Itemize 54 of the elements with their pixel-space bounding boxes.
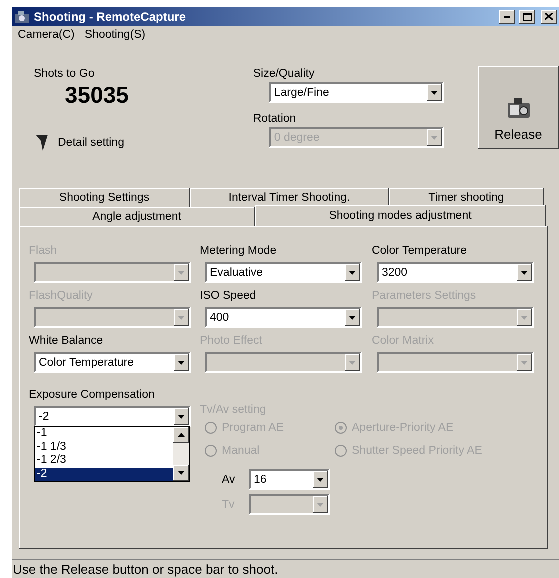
status-bar: Use the Release button or space bar to shoot. — [12, 559, 559, 578]
down-arrow-icon — [178, 316, 185, 320]
down-arrow-icon — [431, 136, 438, 140]
tab[interactable]: Interval Timer Shooting. — [190, 188, 389, 207]
up-arrow-icon — [178, 433, 184, 437]
dropdown[interactable]: -2 — [34, 406, 191, 427]
minimize-icon — [504, 16, 510, 18]
release-button[interactable]: Release — [478, 66, 559, 149]
maximize-icon — [522, 12, 532, 20]
tab[interactable]: Shooting Settings — [19, 188, 190, 207]
camera-icon — [506, 97, 531, 119]
field-label: Metering Mode — [200, 245, 278, 257]
down-arrow-icon — [521, 270, 528, 274]
dropdown[interactable]: 3200 — [377, 262, 534, 283]
down-arrow-icon — [178, 414, 185, 418]
rotation-label: Rotation — [253, 113, 298, 125]
down-arrow-icon — [317, 502, 324, 506]
down-arrow-icon — [349, 316, 356, 320]
down-arrow-icon — [349, 270, 356, 274]
down-arrow-icon — [317, 478, 324, 482]
menu-item[interactable]: Camera(C) — [18, 29, 75, 43]
close-button[interactable] — [541, 10, 557, 24]
down-arrow-icon — [178, 270, 185, 274]
menu-item[interactable]: Shooting(S) — [84, 29, 146, 43]
shots-label: Shots to Go — [34, 68, 96, 80]
size-quality-dropdown[interactable]: Large/Fine — [269, 82, 444, 103]
dropdown[interactable]: 400 — [205, 307, 362, 328]
dropdown[interactable]: Color Temperature — [34, 352, 191, 373]
tab[interactable]: Shooting modes adjustment — [255, 205, 546, 226]
av-label: Av — [222, 474, 236, 486]
field-label: Color Temperature — [372, 245, 468, 257]
down-arrow-icon — [178, 360, 185, 364]
minimize-button[interactable] — [499, 10, 515, 24]
tab[interactable]: Angle adjustment — [19, 207, 255, 226]
field-label: White Balance — [29, 335, 104, 347]
down-arrow-icon — [521, 360, 528, 364]
down-arrow-icon — [178, 471, 184, 475]
close-icon — [545, 13, 553, 20]
field-label: ISO Speed — [200, 290, 258, 302]
field-label: Exposure Compensation — [29, 389, 156, 401]
av-dropdown[interactable]: 16 — [249, 469, 330, 490]
down-arrow-icon — [349, 360, 356, 364]
camera-icon — [14, 10, 30, 24]
down-arrow-icon — [431, 90, 438, 94]
detail-setting-label[interactable]: Detail setting — [58, 137, 124, 149]
list-option[interactable]: -2 — [35, 468, 173, 481]
window-title: Shooting - RemoteCapture — [34, 10, 187, 24]
dropdown[interactable]: Evaluative — [205, 262, 362, 283]
size-quality-label: Size/Quality — [253, 68, 316, 80]
down-arrow-icon — [521, 316, 528, 320]
arrowhead-icon[interactable] — [36, 135, 48, 151]
scroll-bar[interactable] — [173, 427, 189, 481]
maximize-button[interactable] — [519, 10, 535, 24]
shots-count: 35035 — [65, 82, 130, 109]
